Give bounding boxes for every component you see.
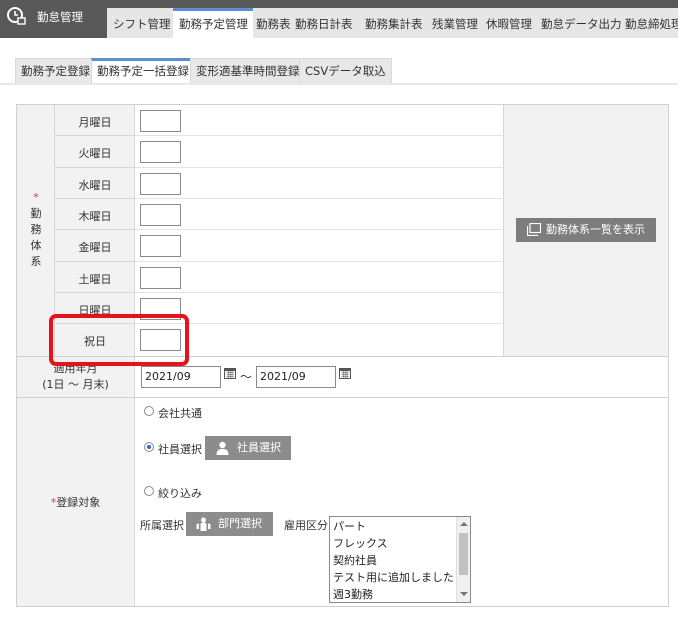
thursday-input[interactable] <box>140 204 181 226</box>
radio-employee-select[interactable] <box>144 442 154 452</box>
listbox-scrollbar[interactable] <box>456 517 470 602</box>
clock-logo-icon <box>7 7 26 25</box>
subtab-variable-hours[interactable]: 変形適基準時間登録 <box>190 58 306 83</box>
row-divider <box>55 167 135 168</box>
dept-select-button[interactable]: 部門選択 <box>186 512 273 536</box>
kinmu-label-char: 体 <box>30 239 42 252</box>
row-divider <box>55 261 135 262</box>
row-divider <box>135 292 504 293</box>
period-from-input[interactable]: 2021/09 <box>141 366 221 388</box>
calendar-icon[interactable] <box>224 367 236 379</box>
row-divider <box>135 135 504 136</box>
employment-option[interactable]: 週3勤務 <box>333 586 373 602</box>
kinmu-label-char: 系 <box>30 255 42 268</box>
employment-type-listbox[interactable]: パート フレックス 契約社員 テスト用に追加しました 週3勤務 <box>329 516 471 603</box>
dept-label: 所属選択 <box>140 519 184 532</box>
scroll-thumb[interactable] <box>459 533 468 575</box>
main-menu: シフト管理 勤務予定管理 勤務表 勤務日計表 勤務集計表 残業管理 休暇管理 勤… <box>107 8 678 38</box>
tuesday-input[interactable] <box>140 141 181 163</box>
menu-item-leave[interactable]: 休暇管理 <box>486 8 532 38</box>
employment-label: 雇用区分 <box>284 519 328 532</box>
row-divider <box>55 135 135 136</box>
period-separator: ～ <box>240 370 253 384</box>
subtab-divider <box>0 83 678 85</box>
row-divider <box>55 198 135 199</box>
day-label-monday: 月曜日 <box>78 116 112 129</box>
period-to-input[interactable]: 2021/09 <box>256 366 336 388</box>
day-label-tuesday: 火曜日 <box>78 147 112 160</box>
menu-item-export[interactable]: 勤怠データ出力 <box>541 8 622 38</box>
menu-item-schedule[interactable]: 勤務予定管理 <box>173 8 253 38</box>
row-divider <box>135 261 504 262</box>
dept-select-label: 部門選択 <box>218 517 262 530</box>
employee-select-button[interactable]: 社員選択 <box>205 436 291 460</box>
menu-item-daily-summary[interactable]: 勤務日計表 <box>295 8 353 38</box>
app-title: 勤怠管理 <box>37 10 83 24</box>
subtab-bulk-entry[interactable]: 勤務予定一括登録 <box>91 58 195 83</box>
show-kinmu-list-button[interactable]: 勤務体系一覧を表示 <box>516 218 656 242</box>
radio-company-common-label: 会社共通 <box>158 407 202 420</box>
employment-option[interactable]: テスト用に追加しました <box>333 569 454 585</box>
period-sublabel: (1日 ～ 月末) <box>42 378 109 391</box>
row-divider <box>135 229 504 230</box>
day-label-friday: 金曜日 <box>78 241 112 254</box>
menu-item-total-summary[interactable]: 勤務集計表 <box>365 8 423 38</box>
kinmu-label-char: 勤 <box>30 207 42 220</box>
day-label-wednesday: 水曜日 <box>78 179 112 192</box>
row-divider <box>135 323 504 324</box>
day-label-thursday: 木曜日 <box>78 210 112 223</box>
target-label: 登録対象 <box>56 496 101 509</box>
radio-company-common[interactable] <box>144 406 154 416</box>
show-kinmu-list-label: 勤務体系一覧を表示 <box>546 223 645 236</box>
employment-option[interactable]: 契約社員 <box>333 552 377 568</box>
monday-input[interactable] <box>140 110 181 132</box>
radio-filter[interactable] <box>144 486 154 496</box>
row-divider <box>135 198 504 199</box>
kinmu-label-char: 務 <box>30 223 42 236</box>
row-divider <box>55 292 135 293</box>
calendar-icon[interactable] <box>339 367 351 379</box>
employment-option[interactable]: フレックス <box>333 535 388 551</box>
menu-item-overtime[interactable]: 残業管理 <box>432 8 478 38</box>
employee-select-label: 社員選択 <box>237 441 281 454</box>
window-list-icon <box>527 223 541 236</box>
row-divider <box>55 229 135 230</box>
radio-filter-label: 絞り込み <box>158 487 202 500</box>
day-label-saturday: 土曜日 <box>78 273 112 286</box>
group-icon <box>196 517 211 531</box>
required-mark: * <box>33 191 39 204</box>
person-icon <box>216 441 229 455</box>
holiday-highlight-box <box>49 314 189 366</box>
wednesday-input[interactable] <box>140 173 181 195</box>
row-divider <box>135 167 504 168</box>
saturday-input[interactable] <box>140 267 181 289</box>
menu-item-timesheet[interactable]: 勤務表 <box>256 8 291 38</box>
top-bar: 勤怠管理 シフト管理 勤務予定管理 勤務表 勤務日計表 勤務集計表 残業管理 休… <box>0 0 678 38</box>
target-label-cell: *登録対象 <box>17 398 135 606</box>
employment-option[interactable]: パート <box>333 518 366 534</box>
sub-tabs: 勤務予定登録 勤務予定一括登録 変形適基準時間登録 CSVデータ取込 <box>0 38 678 85</box>
menu-item-shift[interactable]: シフト管理 <box>113 8 171 38</box>
subtab-schedule-entry[interactable]: 勤務予定登録 <box>15 58 96 83</box>
radio-employee-select-label: 社員選択 <box>158 443 202 456</box>
scroll-up-icon[interactable] <box>460 522 468 526</box>
day-input-column <box>135 105 504 356</box>
scroll-down-icon[interactable] <box>460 592 468 596</box>
subtab-csv-import[interactable]: CSVデータ取込 <box>299 58 392 83</box>
menu-item-closing[interactable]: 勤怠締処理 <box>625 8 678 38</box>
friday-input[interactable] <box>140 235 181 257</box>
